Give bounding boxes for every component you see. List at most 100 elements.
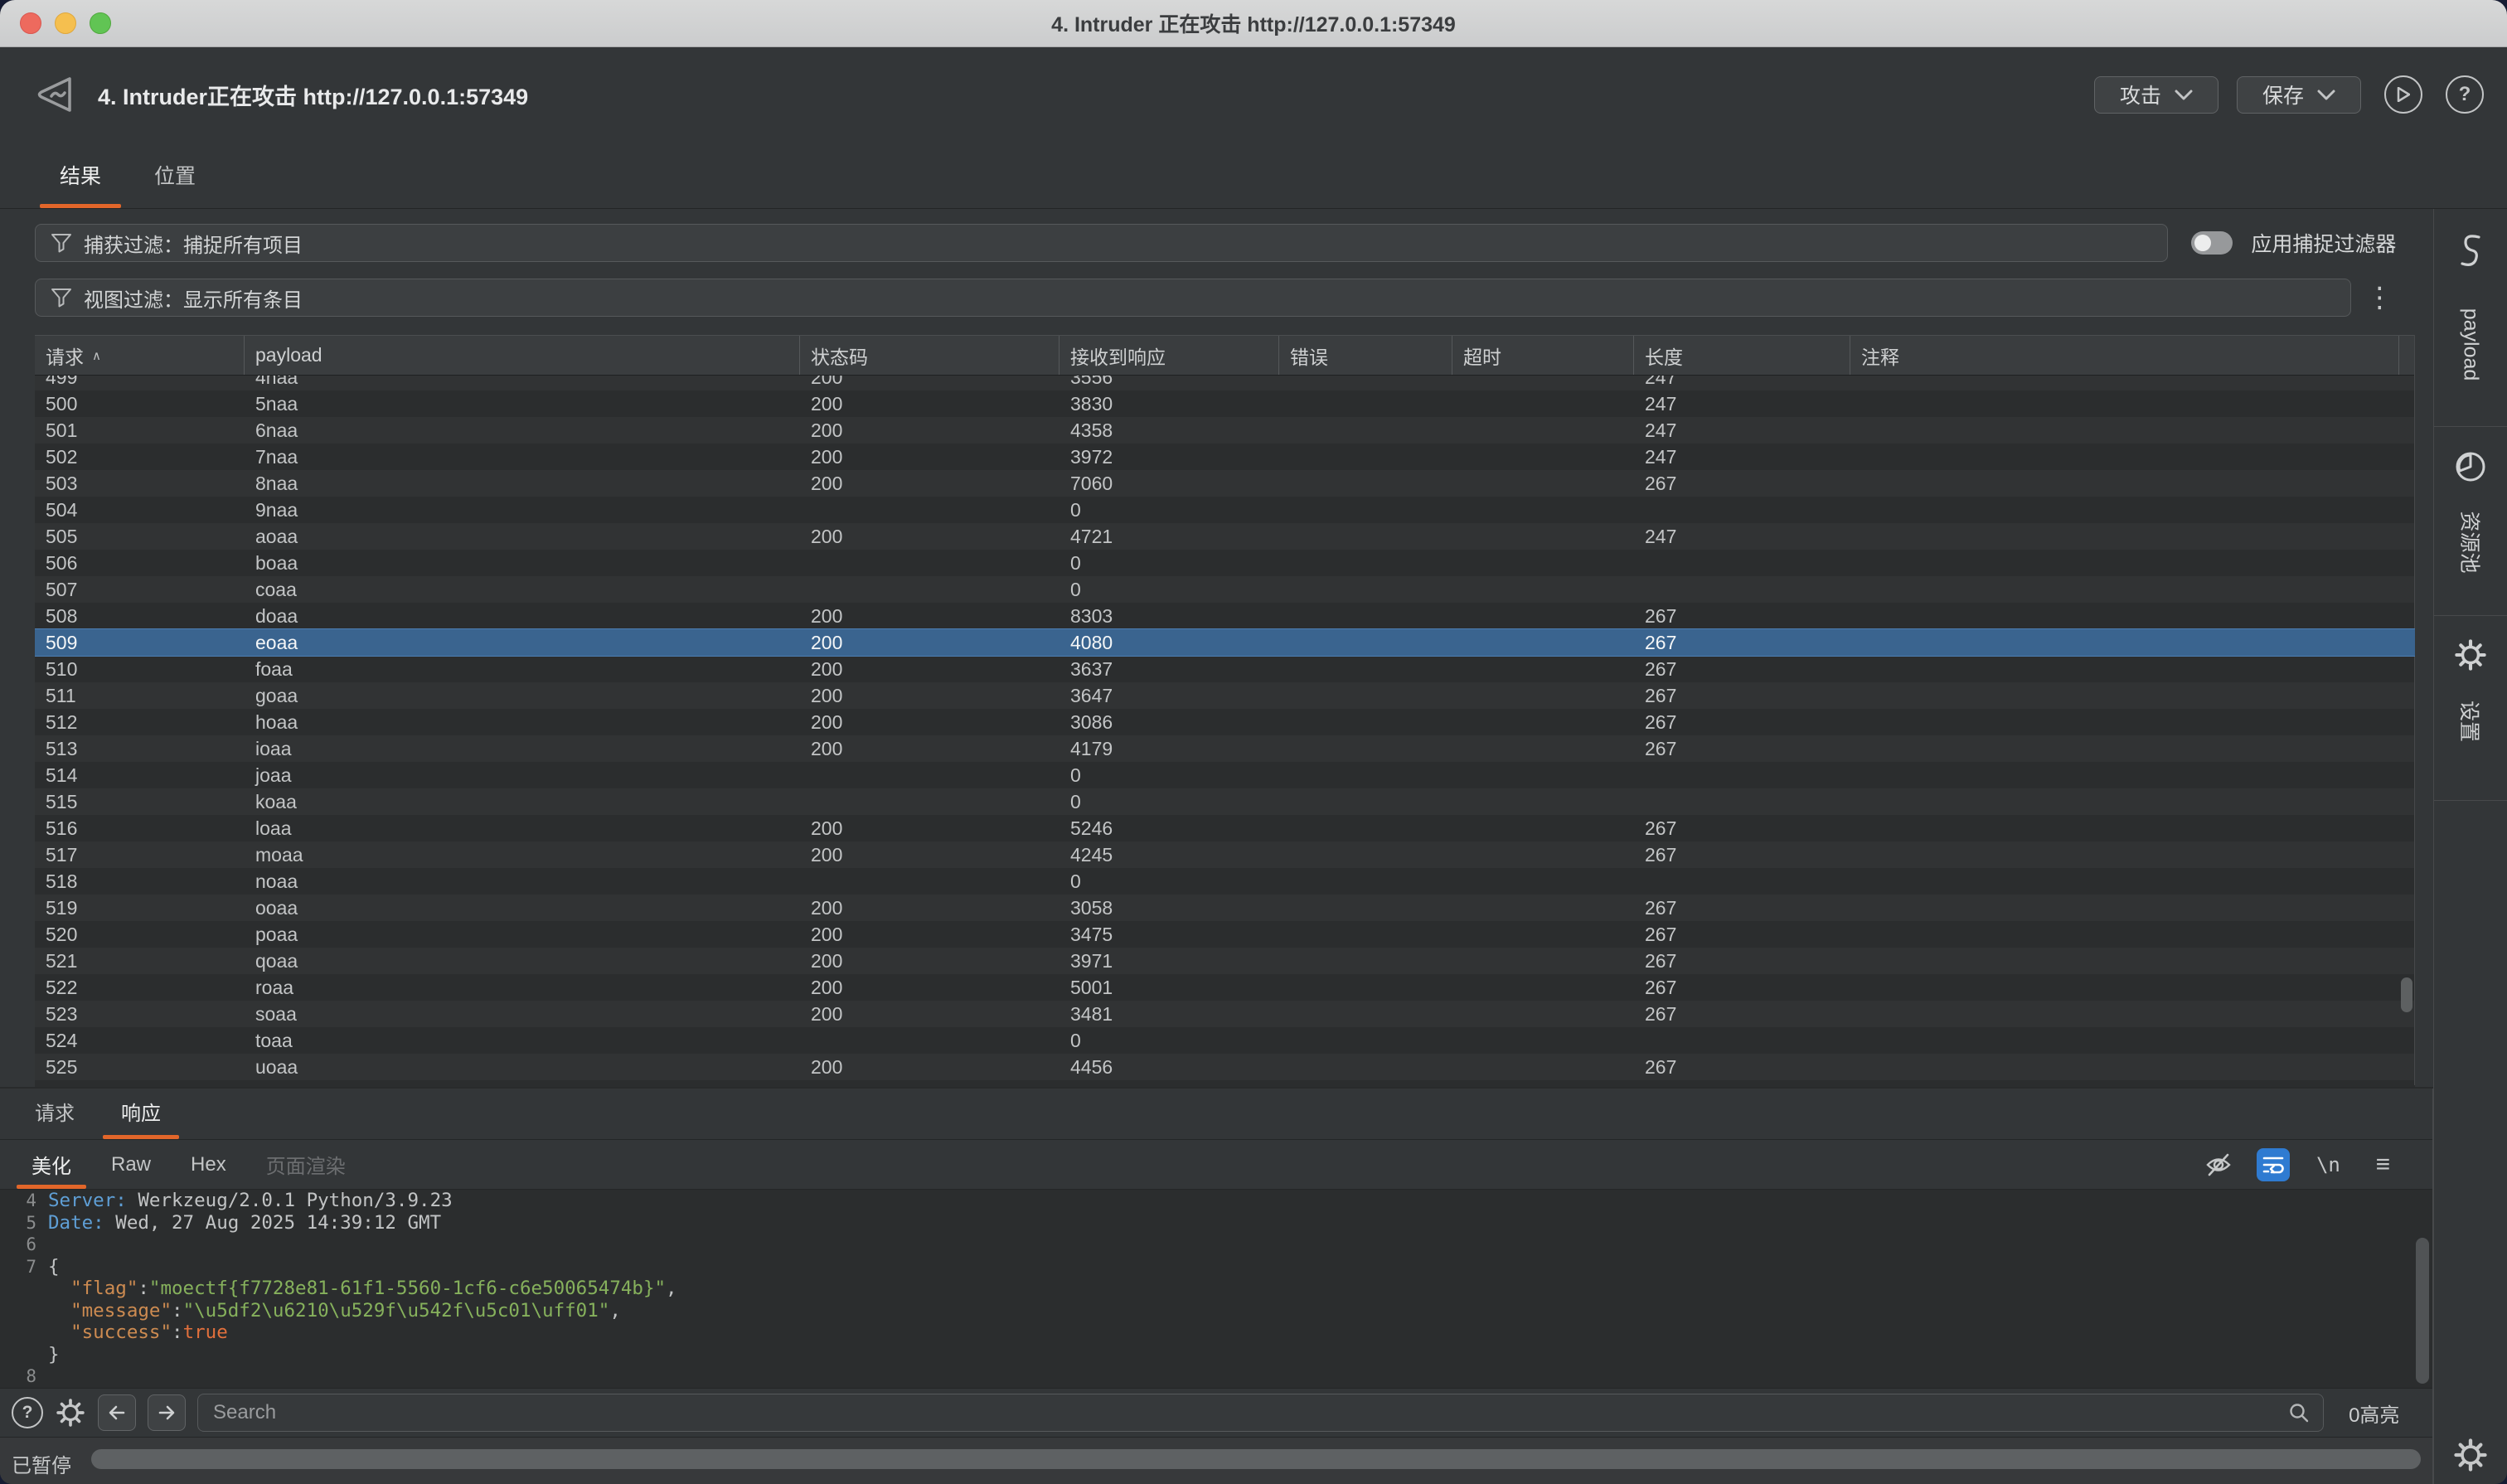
response-editor[interactable]: 4Server: Werkzeug/2.0.1 Python/3.9.235Da… bbox=[0, 1190, 2432, 1388]
cell-payload: 4naa bbox=[245, 376, 800, 390]
cell-status: 200 bbox=[800, 656, 1060, 682]
cell-payload: goaa bbox=[245, 682, 800, 709]
search-help-button[interactable]: ? bbox=[12, 1397, 43, 1428]
table-row[interactable]: 526voaa0 bbox=[35, 1080, 2415, 1087]
table-row[interactable]: 5049naa0 bbox=[35, 497, 2415, 523]
table-row[interactable]: 513ioaa2004179267 bbox=[35, 735, 2415, 762]
cell-payload: voaa bbox=[245, 1080, 800, 1087]
table-row[interactable]: 512hoaa2003086267 bbox=[35, 709, 2415, 735]
cell-status: 200 bbox=[800, 841, 1060, 868]
zoom-button[interactable] bbox=[90, 12, 111, 34]
tab-raw[interactable]: Raw bbox=[91, 1140, 171, 1189]
sidebar-tab-payload[interactable]: payload bbox=[2434, 209, 2507, 427]
column-header-comment[interactable]: 注释 bbox=[1850, 336, 2399, 375]
cell-comment bbox=[1850, 523, 2399, 550]
editor-scrollbar-thumb[interactable] bbox=[2416, 1238, 2429, 1384]
attack-button[interactable]: 攻击 bbox=[2094, 76, 2218, 114]
table-row[interactable]: 520poaa2003475267 bbox=[35, 921, 2415, 948]
cell-length: 267 bbox=[1634, 895, 1850, 921]
tab-hex[interactable]: Hex bbox=[171, 1140, 246, 1189]
cell-timeout bbox=[1452, 788, 1634, 815]
hide-nonprintable-button[interactable] bbox=[2202, 1148, 2235, 1181]
table-row[interactable]: 5016naa2004358247 bbox=[35, 417, 2415, 444]
cell-status: 200 bbox=[800, 376, 1060, 390]
back-to-burp-icon[interactable] bbox=[33, 70, 76, 119]
cell-error bbox=[1279, 629, 1452, 656]
view-filter-bar[interactable]: 视图过滤：显示所有条目 bbox=[35, 279, 2351, 317]
editor-settings-button[interactable] bbox=[2454, 1438, 2487, 1472]
code-line: 6 bbox=[0, 1234, 2432, 1256]
table-row[interactable]: 524toaa0 bbox=[35, 1027, 2415, 1054]
table-row[interactable]: 5005naa2003830247 bbox=[35, 390, 2415, 417]
sidebar-tab-settings[interactable]: 设置 bbox=[2434, 616, 2507, 801]
table-row[interactable]: 507coaa0 bbox=[35, 576, 2415, 603]
table-row[interactable]: 5038naa2007060267 bbox=[35, 470, 2415, 497]
resume-play-button[interactable] bbox=[2384, 75, 2422, 114]
column-header-length[interactable]: 长度 bbox=[1634, 336, 1850, 375]
table-options-menu-button[interactable]: ⋮ bbox=[2363, 285, 2396, 310]
cell-request: 507 bbox=[35, 576, 245, 603]
table-row[interactable]: 522roaa2005001267 bbox=[35, 974, 2415, 1001]
cell-request: 525 bbox=[35, 1054, 245, 1080]
table-row[interactable]: 509eoaa2004080267 bbox=[35, 628, 2415, 657]
editor-search-bar: ? bbox=[0, 1388, 2432, 1437]
sidebar-tab-resource-pool[interactable]: 资源池 bbox=[2434, 427, 2507, 616]
cell-error bbox=[1279, 895, 1452, 921]
table-row[interactable]: 523soaa2003481267 bbox=[35, 1001, 2415, 1027]
search-next-button[interactable] bbox=[148, 1394, 186, 1431]
cell-comment bbox=[1850, 603, 2399, 629]
tab-results[interactable]: 结果 bbox=[36, 160, 124, 208]
cell-request: 512 bbox=[35, 709, 245, 735]
tab-request[interactable]: 请求 bbox=[12, 1097, 98, 1139]
table-row[interactable]: 517moaa2004245267 bbox=[35, 841, 2415, 868]
column-header-status[interactable]: 状态码 bbox=[800, 336, 1060, 375]
table-row[interactable]: 5027naa2003972247 bbox=[35, 444, 2415, 470]
table-scrollbar-thumb[interactable] bbox=[2401, 977, 2412, 1012]
cell-payload: soaa bbox=[245, 1001, 800, 1027]
minimize-button[interactable] bbox=[55, 12, 76, 34]
help-button[interactable]: ? bbox=[2446, 75, 2484, 114]
cell-received: 3481 bbox=[1060, 1001, 1279, 1027]
cell-payload: doaa bbox=[245, 603, 800, 629]
cell-request: 499 bbox=[35, 376, 245, 390]
apply-capture-filter-toggle[interactable] bbox=[2191, 231, 2233, 255]
table-row[interactable]: 515koaa0 bbox=[35, 788, 2415, 815]
tab-prettify[interactable]: 美化 bbox=[12, 1140, 91, 1189]
cell-length bbox=[1634, 788, 1850, 815]
table-row[interactable]: 525uoaa2004456267 bbox=[35, 1054, 2415, 1080]
table-row[interactable]: 505aoaa2004721247 bbox=[35, 523, 2415, 550]
table-row[interactable]: 516loaa2005246267 bbox=[35, 815, 2415, 841]
table-row[interactable]: 519ooaa2003058267 bbox=[35, 895, 2415, 921]
close-button[interactable] bbox=[20, 12, 41, 34]
table-row[interactable]: 506boaa0 bbox=[35, 550, 2415, 576]
search-settings-button[interactable] bbox=[55, 1397, 86, 1428]
attack-title: 4. Intruder正在攻击 http://127.0.0.1:57349 bbox=[98, 79, 2094, 111]
save-button[interactable]: 保存 bbox=[2237, 76, 2361, 114]
tab-response[interactable]: 响应 bbox=[98, 1097, 184, 1139]
cell-received: 0 bbox=[1060, 762, 1279, 788]
table-row[interactable]: 508doaa2008303267 bbox=[35, 603, 2415, 629]
cell-received: 4245 bbox=[1060, 841, 1279, 868]
word-wrap-button[interactable] bbox=[2257, 1148, 2290, 1181]
table-row[interactable]: 510foaa2003637267 bbox=[35, 656, 2415, 682]
column-header-timeout[interactable]: 超时 bbox=[1452, 336, 1634, 375]
capture-filter-bar[interactable]: 捕获过滤：捕捉所有项目 bbox=[35, 224, 2168, 262]
cell-received: 7060 bbox=[1060, 470, 1279, 497]
tab-positions[interactable]: 位置 bbox=[131, 160, 219, 208]
intruder-main-tabs: 结果 位置 bbox=[0, 142, 2507, 209]
cell-received: 0 bbox=[1060, 1027, 1279, 1054]
column-header-error[interactable]: 错误 bbox=[1279, 336, 1452, 375]
editor-menu-button[interactable]: ≡ bbox=[2366, 1148, 2399, 1181]
search-input[interactable] bbox=[211, 1400, 2278, 1425]
show-newlines-button[interactable]: \n bbox=[2311, 1148, 2345, 1181]
column-header-request[interactable]: 请求 ∧ bbox=[35, 336, 245, 375]
column-header-payload[interactable]: payload bbox=[245, 336, 800, 375]
search-icon[interactable] bbox=[2288, 1402, 2310, 1423]
table-row[interactable]: 514joaa0 bbox=[35, 762, 2415, 788]
table-row[interactable]: 518noaa0 bbox=[35, 868, 2415, 895]
column-header-received[interactable]: 接收到响应 bbox=[1060, 336, 1279, 375]
table-row[interactable]: 4994naa2003556247 bbox=[35, 376, 2415, 390]
search-previous-button[interactable] bbox=[98, 1394, 136, 1431]
table-row[interactable]: 511goaa2003647267 bbox=[35, 682, 2415, 709]
table-row[interactable]: 521qoaa2003971267 bbox=[35, 948, 2415, 974]
